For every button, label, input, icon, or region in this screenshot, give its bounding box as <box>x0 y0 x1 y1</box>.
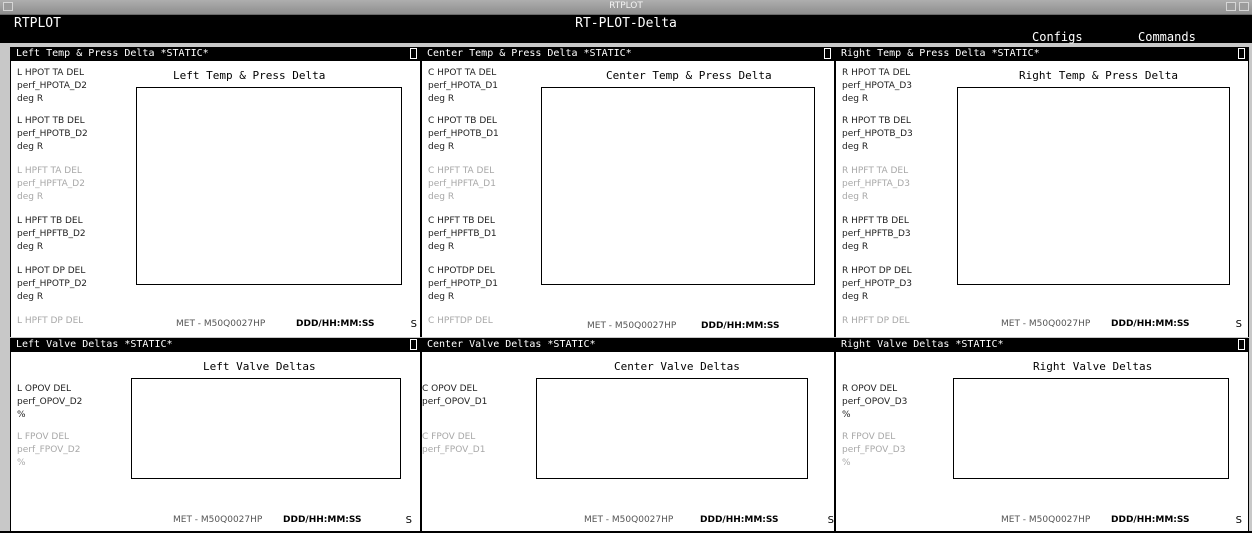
plot-footer: MET - M50Q0027HP DDD/HH:MM:SS <box>173 515 403 525</box>
app-name: RTPLOT <box>14 16 61 31</box>
panel-left-temp-press: Left Temp & Press Delta *STATIC* Left Te… <box>10 47 421 337</box>
param-legend-2[interactable]: C FPOV DEL perf_FPOV_D1 <box>422 431 485 457</box>
plot-title: Left Temp & Press Delta <box>173 69 326 82</box>
plot-footer: MET - M50Q0027HP DDD/HH:MM:SS <box>1001 515 1231 525</box>
time-suffix: S <box>405 515 412 526</box>
param-legend-5[interactable]: C HPOTDP DEL perf_HPOTP_D1 deg R <box>428 265 498 304</box>
time-format: DDD/HH:MM:SS <box>1111 319 1190 329</box>
plot-title: Center Valve Deltas <box>614 360 740 373</box>
param-legend-1[interactable]: R OPOV DEL perf_OPOV_D3% <box>842 383 907 422</box>
panel-header-text: Right Temp & Press Delta *STATIC* <box>841 48 1040 59</box>
met-label: MET - M50Q0027HP <box>176 319 266 329</box>
panel-header-text: Left Valve Deltas *STATIC* <box>16 339 173 350</box>
plot-area[interactable] <box>536 378 808 479</box>
time-format: DDD/HH:MM:SS <box>283 515 362 525</box>
time-suffix: S <box>1235 319 1242 330</box>
time-format: DDD/HH:MM:SS <box>700 515 779 525</box>
plot-title: Right Valve Deltas <box>1033 360 1153 373</box>
menubar: RTPLOT RT-PLOT-Delta Configs Commands <box>0 15 1252 44</box>
menu-commands[interactable]: Commands <box>1138 30 1196 44</box>
param-legend-2[interactable]: R FPOV DEL perf_FPOV_D3% <box>842 431 905 470</box>
time-suffix: S <box>1235 515 1242 526</box>
param-legend-1[interactable]: L OPOV DEL perf_OPOV_D2% <box>17 383 82 422</box>
plot-area[interactable] <box>953 378 1229 479</box>
maximize-icon[interactable] <box>1239 2 1249 11</box>
param-legend-3[interactable]: R HPFT TA DEL perf_HPFTA_D3 deg R <box>842 165 910 204</box>
param-legend-3[interactable]: L HPFT TA DEL perf_HPFTA_D2 deg R <box>17 165 85 204</box>
met-label: MET - M50Q0027HP <box>584 515 674 525</box>
panel-header[interactable]: Center Valve Deltas *STATIC* <box>422 338 834 352</box>
param-legend-5[interactable]: R HPOT DP DEL perf_HPOTP_D3 deg R <box>842 265 912 304</box>
panel-right-valve: Right Valve Deltas *STATIC* Right Valve … <box>835 338 1249 531</box>
met-label: MET - M50Q0027HP <box>173 515 263 525</box>
panel-window-icon[interactable] <box>410 48 417 59</box>
plot-footer: MET - M50Q0027HP DDD/HH:MM:SS <box>584 515 814 525</box>
param-legend-6[interactable]: L HPFT DP DEL <box>17 315 83 325</box>
param-legend-1[interactable]: C OPOV DEL perf_OPOV_D1 <box>422 383 487 409</box>
param-legend-4[interactable]: R HPFT TB DEL perf_HPFTB_D3 deg R <box>842 215 911 254</box>
panel-window-icon[interactable] <box>410 339 417 350</box>
plot-area[interactable] <box>541 87 815 285</box>
param-legend-4[interactable]: L HPFT TB DEL perf_HPFTB_D2 deg R <box>17 215 86 254</box>
panel-header-text: Left Temp & Press Delta *STATIC* <box>16 48 209 59</box>
panel-header[interactable]: Right Valve Deltas *STATIC* <box>836 338 1248 352</box>
window-titlebar[interactable]: RTPLOT <box>0 0 1252 15</box>
panel-window-icon[interactable] <box>1238 48 1245 59</box>
window-title: RTPLOT <box>609 1 643 11</box>
plot-title: Center Temp & Press Delta <box>606 69 772 82</box>
time-format: DDD/HH:MM:SS <box>1111 515 1190 525</box>
time-suffix: S <box>827 515 834 526</box>
plot-area[interactable] <box>131 378 401 479</box>
param-legend-1[interactable]: L HPOT TA DEL perf_HPOTA_D2 deg R <box>17 67 87 106</box>
panel-header[interactable]: Left Temp & Press Delta *STATIC* <box>11 47 420 61</box>
display-name: RT-PLOT-Delta <box>575 16 677 31</box>
plot-title: Right Temp & Press Delta <box>1019 69 1178 82</box>
rtplot-window: RTPLOT RTPLOT RT-PLOT-Delta Configs Comm… <box>0 0 1252 533</box>
param-legend-2[interactable]: L FPOV DEL perf_FPOV_D2% <box>17 431 80 470</box>
panel-header[interactable]: Center Temp & Press Delta *STATIC* <box>422 47 834 61</box>
panel-center-valve: Center Valve Deltas *STATIC* Center Valv… <box>421 338 835 531</box>
panel-header[interactable]: Left Valve Deltas *STATIC* <box>11 338 420 352</box>
panel-header-text: Center Temp & Press Delta *STATIC* <box>427 48 632 59</box>
param-legend-2[interactable]: L HPOT TB DEL perf_HPOTB_D2 deg R <box>17 115 88 154</box>
param-legend-2[interactable]: C HPOT TB DEL perf_HPOTB_D1 deg R <box>428 115 499 154</box>
met-label: MET - M50Q0027HP <box>587 321 677 331</box>
panel-header[interactable]: Right Temp & Press Delta *STATIC* <box>836 47 1248 61</box>
plot-footer: MET - M50Q0027HP DDD/HH:MM:SS <box>176 319 406 329</box>
time-format: DDD/HH:MM:SS <box>701 321 780 331</box>
param-legend-4[interactable]: C HPFT TB DEL perf_HPFTB_D1 deg R <box>428 215 497 254</box>
param-legend-1[interactable]: R HPOT TA DEL perf_HPOTA_D3 deg R <box>842 67 912 106</box>
param-legend-2[interactable]: R HPOT TB DEL perf_HPOTB_D3 deg R <box>842 115 913 154</box>
panel-window-icon[interactable] <box>1238 339 1245 350</box>
menu-configs[interactable]: Configs <box>1032 30 1083 44</box>
met-label: MET - M50Q0027HP <box>1001 515 1091 525</box>
time-format: DDD/HH:MM:SS <box>296 319 375 329</box>
time-suffix: S <box>410 319 417 330</box>
panel-header-text: Center Valve Deltas *STATIC* <box>427 339 596 350</box>
minimize-icon[interactable] <box>1226 2 1236 11</box>
panel-header-text: Right Valve Deltas *STATIC* <box>841 339 1004 350</box>
param-legend-3[interactable]: C HPFT TA DEL perf_HPFTA_D1 deg R <box>428 165 496 204</box>
panel-window-icon[interactable] <box>824 48 831 59</box>
panel-center-temp-press: Center Temp & Press Delta *STATIC* Cente… <box>421 47 835 337</box>
param-legend-5[interactable]: L HPOT DP DEL perf_HPOTP_D2 deg R <box>17 265 87 304</box>
panel-right-temp-press: Right Temp & Press Delta *STATIC* Right … <box>835 47 1249 337</box>
plot-footer: MET - M50Q0027HP DDD/HH:MM:SS <box>587 321 817 331</box>
panel-left-valve: Left Valve Deltas *STATIC* Left Valve De… <box>10 338 421 531</box>
met-label: MET - M50Q0027HP <box>1001 319 1091 329</box>
plot-footer: MET - M50Q0027HP DDD/HH:MM:SS <box>1001 319 1231 329</box>
plot-area[interactable] <box>957 87 1230 285</box>
param-legend-6[interactable]: C HPFTDP DEL <box>428 315 493 325</box>
plot-title: Left Valve Deltas <box>203 360 316 373</box>
plot-area[interactable] <box>136 87 402 285</box>
param-legend-1[interactable]: C HPOT TA DEL perf_HPOTA_D1 deg R <box>428 67 498 106</box>
param-legend-6[interactable]: R HPFT DP DEL <box>842 315 910 325</box>
